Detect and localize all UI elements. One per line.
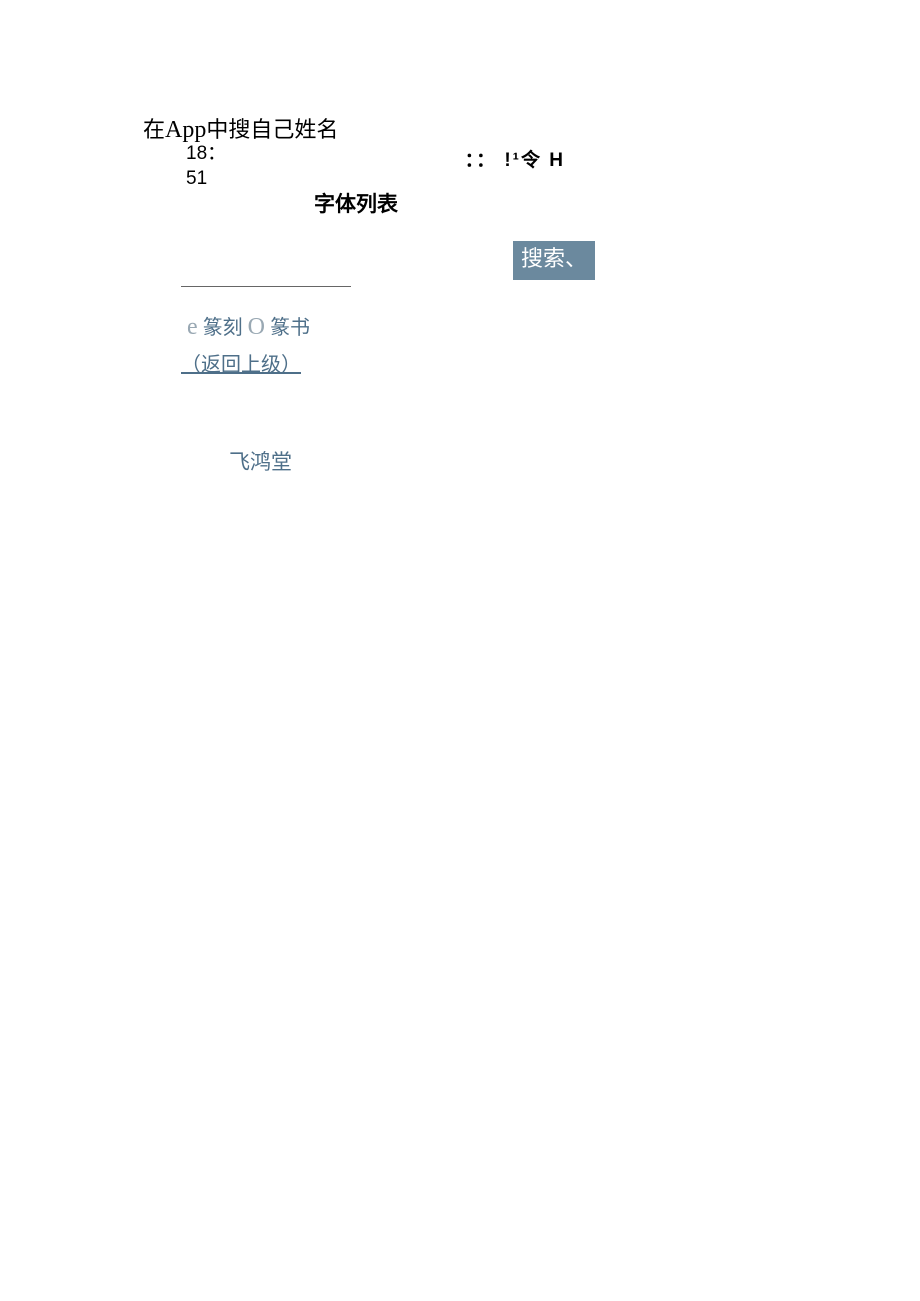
header-prefix: 在 xyxy=(143,117,165,142)
font-item-link[interactable]: 飞鸿堂 xyxy=(229,446,292,476)
radio-unchecked-icon[interactable]: e xyxy=(187,314,198,341)
search-button[interactable]: 搜索、 xyxy=(513,241,595,280)
page-title: 字体列表 xyxy=(314,188,398,218)
time-display: 18： 51 xyxy=(186,142,226,191)
radio-unchecked-icon[interactable]: O xyxy=(248,314,265,341)
header-suffix: 中搜自己姓名 xyxy=(206,117,338,142)
return-link[interactable]: （返回上级） xyxy=(181,348,301,377)
header-text: 在App中搜自己姓名 xyxy=(143,112,338,144)
header-app-word: App xyxy=(165,117,206,143)
filter-options: e 篆刻 O 篆书 xyxy=(187,311,310,341)
filter-option-zhuanshu[interactable]: 篆书 xyxy=(270,311,310,340)
input-underline[interactable] xyxy=(181,286,351,287)
time-line1: 18： xyxy=(186,142,226,167)
time-line2: 51 xyxy=(186,167,226,192)
filter-option-zhuanke[interactable]: 篆刻 xyxy=(203,311,243,340)
status-icons: ：： !¹令 H xyxy=(465,145,565,172)
